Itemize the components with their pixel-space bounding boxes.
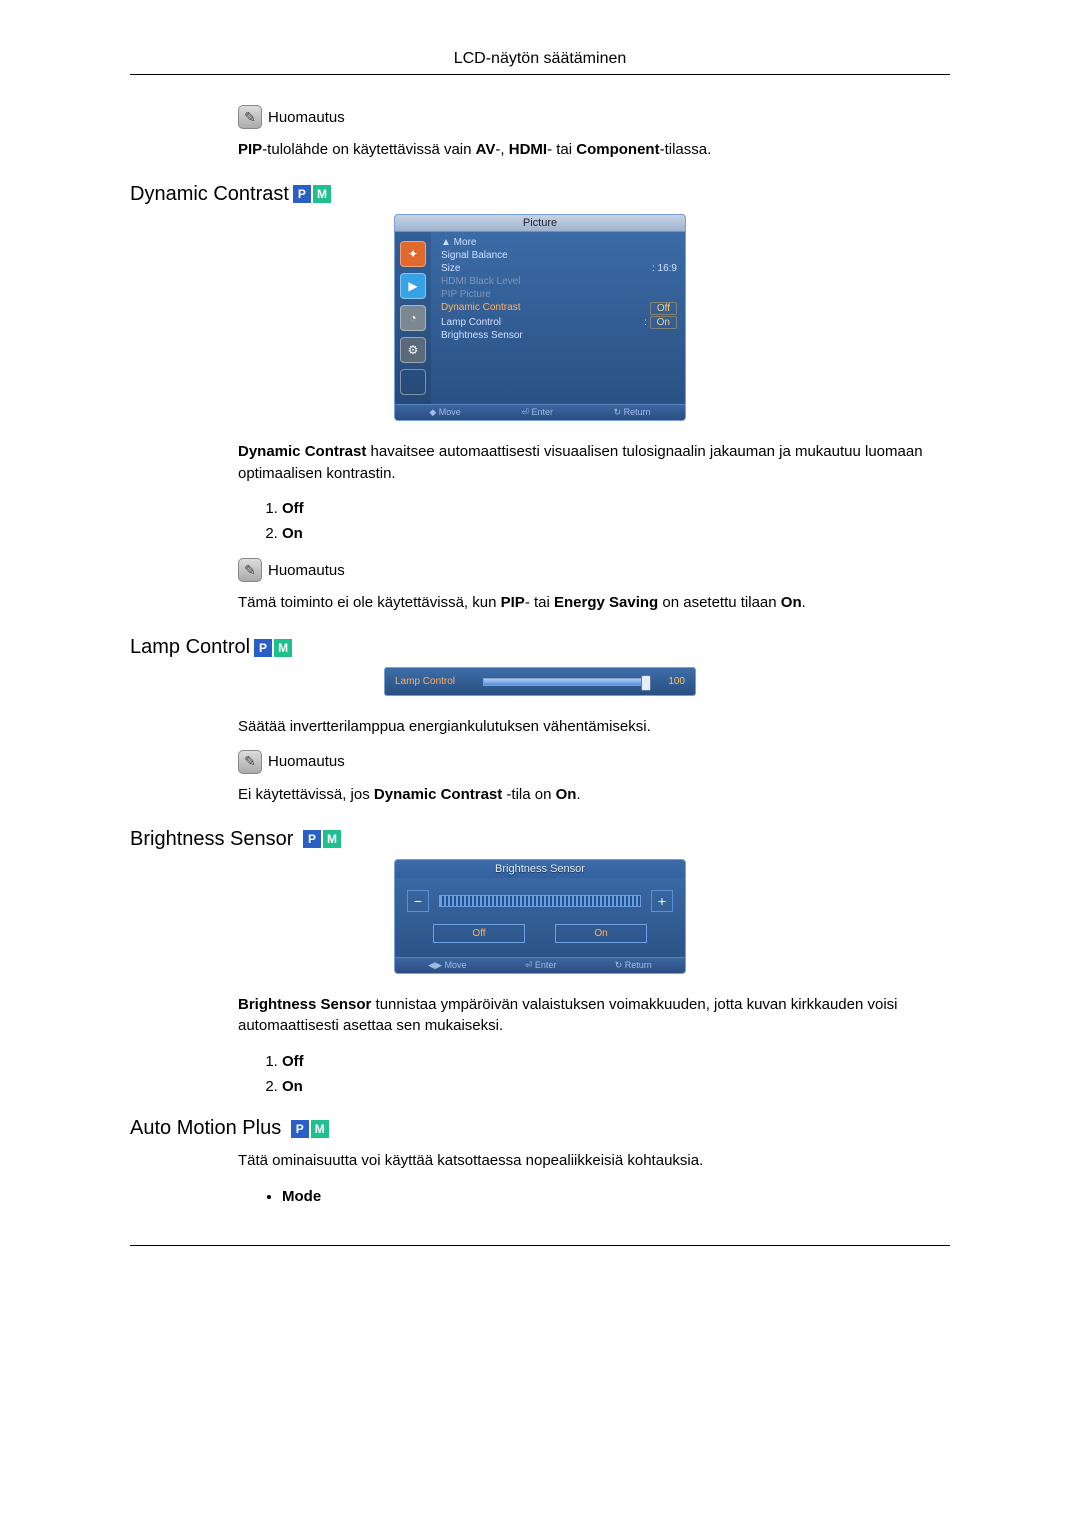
badge-p-icon: P	[293, 185, 311, 203]
osd-lamp-value: 100	[655, 676, 685, 687]
dynamic-contrast-options: Off On	[260, 500, 950, 542]
osd-nav-return: ↻ Return	[614, 407, 651, 418]
page-header-title: LCD-näytön säätäminen	[130, 50, 950, 68]
osd-picture-menu: Picture ✦ ▶ ◔ ⚙ ▲ More Signal Balance Si…	[394, 214, 686, 421]
lamp-control-note: Ei käytettävissä, jos Dynamic Contrast -…	[238, 784, 950, 806]
osd-picture-title: Picture	[395, 215, 685, 232]
osd-nav-move: ◀▶ Move	[428, 960, 466, 971]
osd-lamp-label: Lamp Control	[395, 676, 475, 687]
lamp-control-desc: Säätää invertterilamppua energiankulutuk…	[238, 716, 950, 738]
osd-nav-enter: ⏎ Enter	[525, 960, 557, 971]
osd-bs-gauge	[439, 895, 641, 907]
osd-bs-plus-button[interactable]: +	[651, 890, 673, 912]
osd-nav-enter: ⏎ Enter	[521, 407, 553, 418]
dynamic-contrast-note: Tämä toiminto ei ole käytettävissä, kun …	[238, 592, 950, 614]
osd-bs-on-button[interactable]: On	[555, 924, 647, 943]
auto-motion-plus-desc: Tätä ominaisuutta voi käyttää katsottaes…	[238, 1150, 950, 1172]
osd-icon-blank	[400, 369, 426, 395]
badge-p-icon: P	[303, 830, 321, 848]
note-icon: ✎	[238, 105, 262, 129]
brightness-sensor-desc: Brightness Sensor tunnistaa ympäröivän v…	[238, 994, 950, 1038]
osd-nav-return: ↻ Return	[615, 960, 652, 971]
note-icon: ✎	[238, 558, 262, 582]
osd-bs-minus-button[interactable]: −	[407, 890, 429, 912]
badge-m-icon: M	[323, 830, 341, 848]
heading-lamp-control: Lamp Control P M	[130, 636, 950, 659]
badge-p-icon: P	[291, 1120, 309, 1138]
pip-source-note: PIP-tulolähde on käytettävissä vain AV-,…	[238, 139, 950, 161]
note-label: Huomautus	[268, 753, 345, 770]
osd-lamp-control: Lamp Control 100	[384, 667, 696, 696]
osd-bs-title: Brightness Sensor	[395, 860, 685, 878]
heading-auto-motion-plus: Auto Motion Plus P M	[130, 1117, 950, 1140]
auto-motion-plus-bullets: Mode	[260, 1188, 950, 1205]
header-divider	[130, 74, 950, 75]
note-icon: ✎	[238, 750, 262, 774]
badge-m-icon: M	[274, 639, 292, 657]
osd-icon-input: ▶	[400, 273, 426, 299]
dynamic-contrast-desc: Dynamic Contrast havaitsee automaattises…	[238, 441, 950, 485]
badge-m-icon: M	[311, 1120, 329, 1138]
osd-icon-time: ◔	[400, 305, 426, 331]
brightness-sensor-options: Off On	[260, 1053, 950, 1095]
osd-icon-setup: ⚙	[400, 337, 426, 363]
osd-bs-off-button[interactable]: Off	[433, 924, 525, 943]
osd-brightness-sensor: Brightness Sensor − + Off On ◀▶ Move ⏎ E…	[394, 859, 686, 974]
osd-nav-move: ◆ Move	[429, 407, 460, 418]
osd-icon-picture: ✦	[400, 241, 426, 267]
badge-m-icon: M	[313, 185, 331, 203]
note-label: Huomautus	[268, 109, 345, 126]
note-label: Huomautus	[268, 562, 345, 579]
heading-dynamic-contrast: Dynamic Contrast P M	[130, 183, 950, 206]
badge-p-icon: P	[254, 639, 272, 657]
footer-divider	[130, 1245, 950, 1246]
heading-brightness-sensor: Brightness Sensor P M	[130, 828, 950, 851]
